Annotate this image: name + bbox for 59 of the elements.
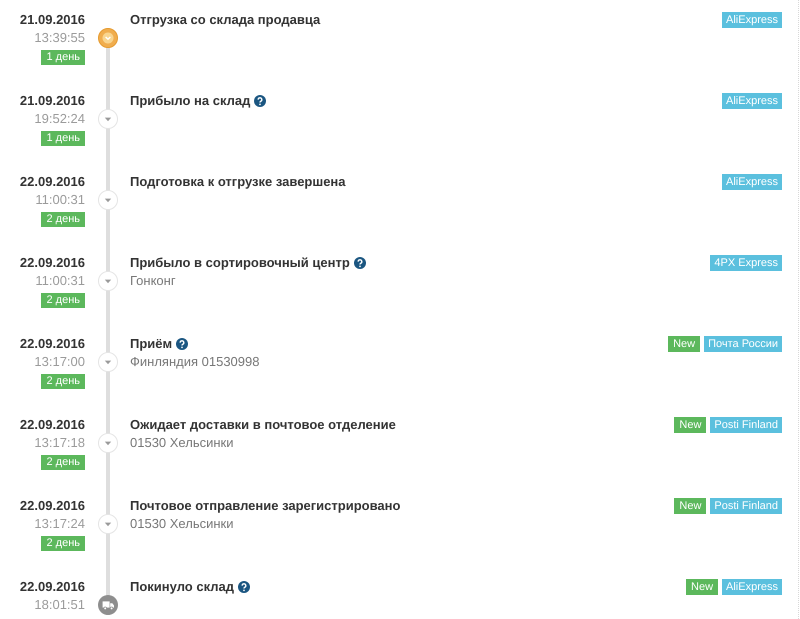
carrier-badge: Posti Finland — [710, 498, 782, 514]
event-date: 22.09.2016 — [20, 254, 85, 272]
caret-down-icon — [98, 190, 118, 210]
new-badge: New — [668, 336, 700, 352]
carrier-badge: AliExpress — [722, 579, 782, 595]
day-count-badge: 2 день — [41, 374, 85, 389]
event-title: Покинуло склад — [130, 578, 234, 596]
help-icon[interactable] — [238, 581, 250, 593]
event-time: 13:17:18 — [34, 434, 85, 452]
carrier-badge: AliExpress — [722, 93, 782, 109]
event-time: 13:17:00 — [34, 353, 85, 371]
event-title: Ожидает доставки в почтовое отделение — [130, 416, 396, 434]
event-title: Прибыло на склад — [130, 92, 250, 110]
event-date: 22.09.2016 — [20, 497, 85, 515]
event-time: 13:39:55 — [34, 29, 85, 47]
carrier-badge: Почта России — [704, 336, 782, 352]
event-date: 22.09.2016 — [20, 173, 85, 191]
event-date: 22.09.2016 — [20, 416, 85, 434]
event-date: 21.09.2016 — [20, 92, 85, 110]
event-time: 19:52:24 — [34, 110, 85, 128]
caret-down-icon — [98, 433, 118, 453]
day-count-badge: 1 день — [41, 131, 85, 146]
new-badge: New — [686, 579, 718, 595]
event-title: Подготовка к отгрузке завершена — [130, 173, 346, 191]
event-time: 18:01:51 — [34, 596, 85, 614]
event-date: 21.09.2016 — [20, 11, 85, 29]
truck-icon — [98, 595, 118, 615]
caret-down-icon — [98, 109, 118, 129]
help-icon[interactable] — [254, 95, 266, 107]
day-count-badge: 2 день — [41, 455, 85, 470]
day-count-badge: 2 день — [41, 212, 85, 227]
carrier-badge: AliExpress — [722, 174, 782, 190]
carrier-badge: AliExpress — [722, 12, 782, 28]
new-badge: New — [674, 498, 706, 514]
event-time: 11:00:31 — [35, 272, 85, 290]
day-count-badge: 1 день — [41, 50, 85, 65]
new-badge: New — [674, 417, 706, 433]
caret-down-icon — [98, 352, 118, 372]
day-count-badge: 2 день — [41, 536, 85, 551]
chevron-circle-icon — [98, 28, 118, 48]
event-date: 22.09.2016 — [20, 335, 85, 353]
help-icon[interactable] — [176, 338, 188, 350]
event-title: Приём — [130, 335, 172, 353]
event-title: Прибыло в сортировочный центр — [130, 254, 350, 272]
event-location: Финляндия 01530998 — [130, 353, 260, 371]
carrier-badge: 4PX Express — [710, 255, 782, 271]
event-location: 01530 Хельсинки — [130, 515, 234, 533]
caret-down-icon — [98, 514, 118, 534]
event-location: 01530 Хельсинки — [130, 434, 234, 452]
event-location: Гонконг — [130, 272, 176, 290]
caret-down-icon — [98, 271, 118, 291]
event-title: Отгрузка со склада продавца — [130, 11, 320, 29]
event-time: 13:17:24 — [34, 515, 85, 533]
event-title: Почтовое отправление зарегистрировано — [130, 497, 400, 515]
carrier-badge: Posti Finland — [710, 417, 782, 433]
event-date: 22.09.2016 — [20, 578, 85, 596]
help-icon[interactable] — [354, 257, 366, 269]
event-time: 11:00:31 — [35, 191, 85, 209]
day-count-badge: 2 день — [41, 293, 85, 308]
